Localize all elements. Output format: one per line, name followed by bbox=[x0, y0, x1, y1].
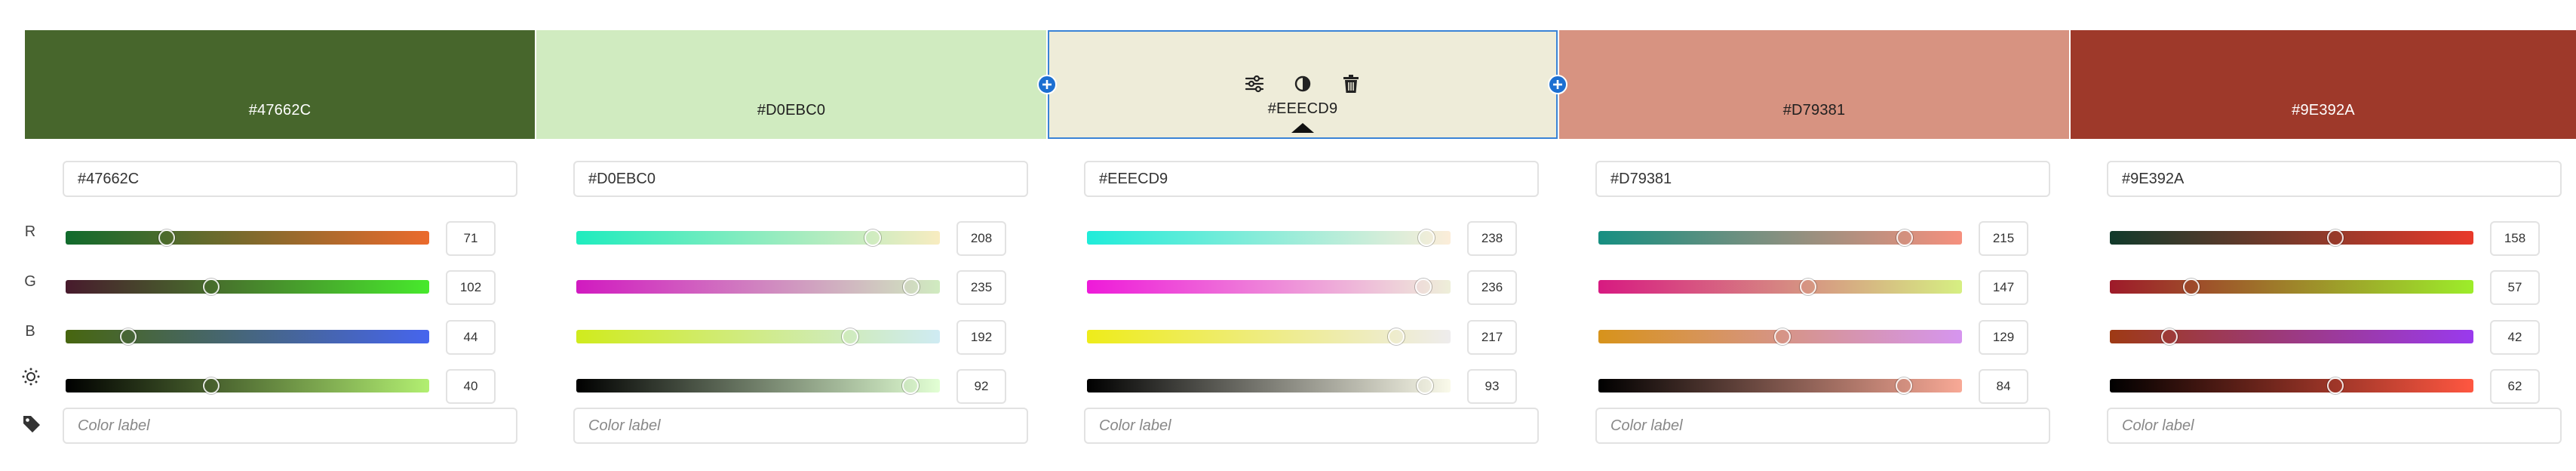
add-color-right-button[interactable] bbox=[1548, 75, 1567, 94]
slider-r[interactable] bbox=[576, 229, 940, 246]
row-label-g: G bbox=[24, 273, 36, 290]
slider-thumb[interactable] bbox=[158, 229, 176, 246]
value-input-r[interactable]: 238 bbox=[1467, 221, 1517, 256]
swatch-hex: #47662C bbox=[248, 102, 312, 119]
plus-icon bbox=[1042, 80, 1052, 89]
contrast-icon[interactable] bbox=[1291, 72, 1314, 95]
sliders-icon[interactable] bbox=[1243, 72, 1266, 95]
value-input-brightness[interactable]: 84 bbox=[1979, 369, 2028, 404]
swatch-3-active[interactable]: #EEECD9 bbox=[1048, 30, 1558, 139]
color-label-input[interactable] bbox=[63, 408, 517, 444]
slider-b[interactable] bbox=[1598, 328, 1962, 345]
slider-thumb[interactable] bbox=[202, 377, 220, 394]
swatch-hex: #D79381 bbox=[1782, 102, 1846, 119]
value-input-g[interactable]: 236 bbox=[1467, 270, 1517, 305]
slider-r[interactable] bbox=[2110, 229, 2473, 246]
slider-brightness[interactable] bbox=[576, 377, 940, 394]
slider-thumb[interactable] bbox=[903, 279, 920, 295]
hex-input[interactable] bbox=[2107, 161, 2562, 197]
value-input-b[interactable]: 44 bbox=[446, 320, 496, 355]
slider-b[interactable] bbox=[1087, 328, 1451, 345]
slider-thumb[interactable] bbox=[1895, 377, 1912, 394]
row-label-b: B bbox=[25, 323, 35, 340]
value-input-r[interactable]: 71 bbox=[446, 221, 496, 256]
add-color-left-button[interactable] bbox=[1037, 75, 1057, 94]
tag-icon bbox=[21, 414, 40, 439]
swatch-5[interactable]: #9E392A bbox=[2071, 30, 2576, 139]
slider-r[interactable] bbox=[66, 229, 429, 246]
slider-brightness[interactable] bbox=[66, 377, 429, 394]
swatch-toolbar bbox=[1243, 72, 1362, 95]
slider-g[interactable] bbox=[576, 279, 940, 295]
swatch-1[interactable]: #47662C bbox=[25, 30, 535, 139]
active-swatch-caret-icon bbox=[1291, 123, 1314, 133]
value-input-r[interactable]: 208 bbox=[956, 221, 1006, 256]
swatch-hex: #EEECD9 bbox=[1267, 100, 1338, 117]
slider-brightness[interactable] bbox=[2110, 377, 2473, 394]
value-input-brightness[interactable]: 93 bbox=[1467, 369, 1517, 404]
slider-b[interactable] bbox=[66, 328, 429, 345]
value-input-brightness[interactable]: 40 bbox=[446, 369, 496, 404]
value-input-b[interactable]: 129 bbox=[1979, 320, 2028, 355]
slider-g[interactable] bbox=[1087, 279, 1451, 295]
hex-input[interactable] bbox=[573, 161, 1028, 197]
slider-thumb[interactable] bbox=[120, 328, 137, 345]
slider-thumb[interactable] bbox=[2161, 328, 2178, 345]
color-label-input[interactable] bbox=[573, 408, 1028, 444]
swatch-4[interactable]: #D79381 bbox=[1559, 30, 2069, 139]
value-input-b[interactable]: 217 bbox=[1467, 320, 1517, 355]
slider-thumb[interactable] bbox=[1417, 377, 1434, 394]
color-label-input[interactable] bbox=[1084, 408, 1539, 444]
value-input-brightness[interactable]: 62 bbox=[2490, 369, 2540, 404]
slider-g[interactable] bbox=[2110, 279, 2473, 295]
slider-thumb[interactable] bbox=[1773, 328, 1791, 345]
slider-thumb[interactable] bbox=[1417, 229, 1435, 246]
slider-r[interactable] bbox=[1598, 229, 1962, 246]
slider-thumb[interactable] bbox=[1388, 328, 1405, 345]
slider-b[interactable] bbox=[576, 328, 940, 345]
swatch-2[interactable]: #D0EBC0 bbox=[536, 30, 1046, 139]
color-label-input[interactable] bbox=[2107, 408, 2562, 444]
slider-r[interactable] bbox=[1087, 229, 1451, 246]
value-input-r[interactable]: 215 bbox=[1979, 221, 2028, 256]
slider-g[interactable] bbox=[1598, 279, 1962, 295]
value-input-g[interactable]: 57 bbox=[2490, 270, 2540, 305]
row-label-r: R bbox=[24, 223, 36, 240]
slider-thumb[interactable] bbox=[841, 328, 858, 345]
slider-thumb[interactable] bbox=[1896, 229, 1914, 246]
slider-b[interactable] bbox=[2110, 328, 2473, 345]
slider-thumb[interactable] bbox=[2326, 229, 2344, 246]
plus-icon bbox=[1553, 80, 1562, 89]
slider-thumb[interactable] bbox=[2182, 279, 2200, 295]
value-input-b[interactable]: 192 bbox=[956, 320, 1006, 355]
slider-brightness[interactable] bbox=[1598, 377, 1962, 394]
slider-thumb[interactable] bbox=[1799, 279, 1816, 295]
hex-input[interactable] bbox=[1084, 161, 1539, 197]
color-label-input[interactable] bbox=[1595, 408, 2050, 444]
brightness-icon bbox=[21, 367, 40, 391]
trash-icon[interactable] bbox=[1340, 72, 1362, 95]
value-input-brightness[interactable]: 92 bbox=[956, 369, 1006, 404]
hex-input[interactable] bbox=[63, 161, 517, 197]
swatch-hex: #D0EBC0 bbox=[757, 102, 826, 119]
slider-brightness[interactable] bbox=[1087, 377, 1451, 394]
swatch-row: #47662C #D0EBC0 #EEECD9 #D79381 #9E392A bbox=[25, 30, 2576, 139]
value-input-b[interactable]: 42 bbox=[2490, 320, 2540, 355]
value-input-g[interactable]: 147 bbox=[1979, 270, 2028, 305]
slider-thumb[interactable] bbox=[864, 229, 882, 246]
value-input-g[interactable]: 102 bbox=[446, 270, 496, 305]
value-input-g[interactable]: 235 bbox=[956, 270, 1006, 305]
slider-g[interactable] bbox=[66, 279, 429, 295]
slider-thumb[interactable] bbox=[202, 279, 220, 295]
swatch-hex: #9E392A bbox=[2292, 102, 2355, 119]
slider-thumb[interactable] bbox=[2326, 377, 2344, 394]
value-input-r[interactable]: 158 bbox=[2490, 221, 2540, 256]
hex-input[interactable] bbox=[1595, 161, 2050, 197]
slider-thumb[interactable] bbox=[1415, 279, 1432, 295]
slider-thumb[interactable] bbox=[902, 377, 920, 394]
